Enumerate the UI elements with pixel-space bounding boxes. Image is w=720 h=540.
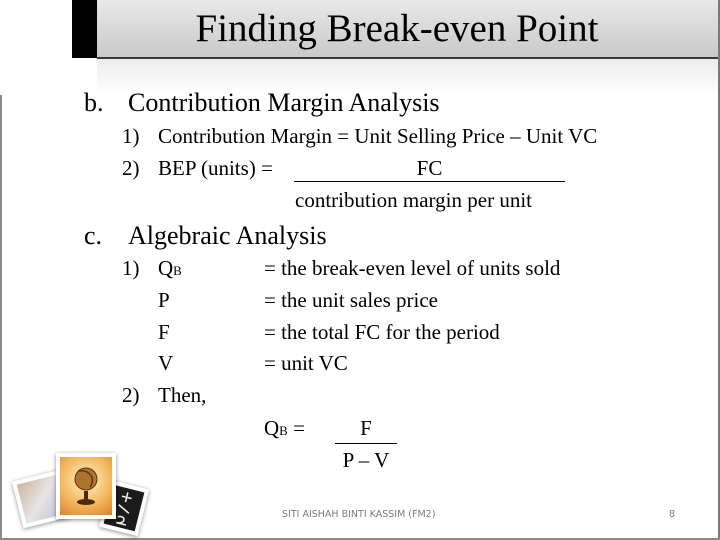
section-b-heading: Contribution Margin Analysis (128, 88, 440, 117)
formula-lhs: QB = (264, 415, 305, 444)
globe-icon (74, 467, 98, 505)
item-number: 2) (122, 383, 140, 407)
bep-numerator: FC (416, 156, 443, 180)
title-accent-bar (72, 0, 97, 58)
bep-label: BEP (units) = (158, 156, 273, 180)
slide-title: Finding Break-even Point (195, 7, 599, 50)
section-c-marker: c. (84, 221, 103, 250)
definition-p: = the unit sales price (264, 288, 438, 312)
formula-denominator: P – V (342, 448, 390, 472)
page-number: 8 (669, 509, 676, 520)
item-number: 1) (122, 256, 140, 280)
symbol-text: Q (158, 256, 174, 280)
bep-denominator: contribution margin per unit (295, 188, 532, 212)
contribution-margin-definition: Contribution Margin = Unit Selling Price… (158, 124, 598, 148)
formula-lhs-symbol: Q (264, 416, 280, 440)
item-number: 2) (122, 156, 140, 180)
definition-v: = unit VC (264, 351, 348, 375)
bep-fraction-bar (294, 181, 565, 182)
section-b-marker: b. (84, 88, 104, 117)
definition-f: = the total FC for the period (264, 320, 500, 344)
item-number: 1) (122, 124, 140, 148)
symbol-subscript: B (173, 263, 182, 278)
formula-fraction-bar (335, 443, 397, 444)
formula-lhs-subscript: B (279, 423, 288, 438)
formula-equals: = (293, 416, 305, 440)
formula-numerator: F (360, 416, 372, 440)
definition-qb: = the break-even level of units sold (264, 256, 561, 280)
symbol-p: P (158, 288, 170, 312)
then-text: Then, (158, 383, 207, 407)
section-c-heading: Algebraic Analysis (128, 221, 327, 250)
slide-border-left (0, 95, 2, 540)
footer-author: SITI AISHAH BINTI KASSIM (FM2) (282, 509, 436, 520)
symbol-v: V (158, 351, 174, 375)
symbol-f: F (158, 320, 170, 344)
globe-photo (56, 453, 116, 519)
symbol-qb: QB (158, 255, 182, 284)
